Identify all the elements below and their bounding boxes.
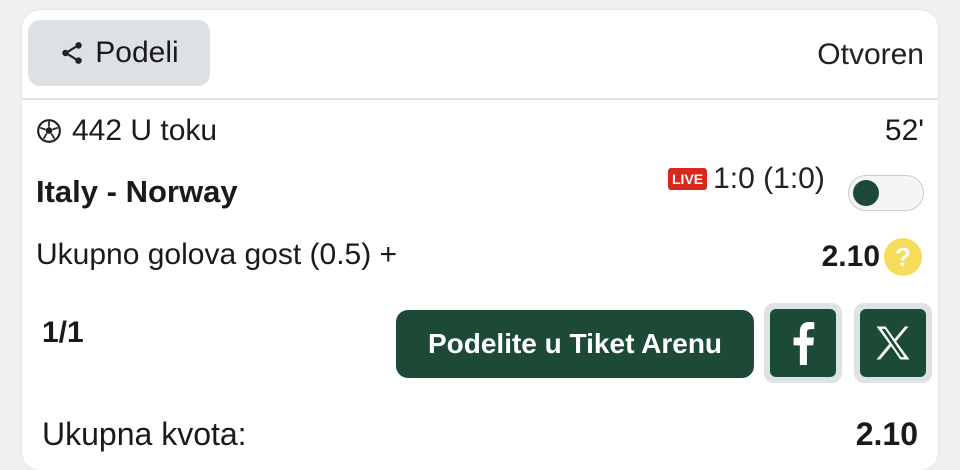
share-label: Podeli [95, 36, 179, 69]
match-teams: Italy - Norway [36, 174, 238, 209]
header-divider [22, 98, 938, 100]
match-score: 1:0 (1:0) [713, 162, 825, 195]
selection-odd: 2.10 [821, 240, 880, 273]
x-share-button[interactable] [854, 303, 932, 383]
share-button[interactable]: Podeli [28, 20, 210, 86]
share-icon [62, 42, 83, 64]
match-minute: 52' [884, 114, 924, 147]
ticket-card: Podeli Otvoren 442 U toku 52' Italy - No… [22, 10, 938, 470]
help-icon[interactable]: ? [884, 238, 922, 276]
total-odds-value: 2.10 [855, 416, 918, 452]
live-score: LIVE 1:0 (1:0) [668, 162, 825, 196]
ticket-count: 1/1 [42, 316, 84, 349]
x-icon [876, 326, 910, 360]
toggle-knob [853, 180, 879, 206]
soccer-ball-icon [37, 119, 61, 143]
facebook-icon [793, 321, 815, 365]
live-badge: LIVE [668, 168, 708, 190]
market-label: Ukupno golova gost (0.5) + [36, 238, 398, 271]
league-row: 442 U toku [36, 114, 217, 148]
league-label: 442 U toku [72, 114, 218, 147]
facebook-share-button[interactable] [764, 303, 842, 383]
live-toggle[interactable] [848, 175, 924, 211]
ticket-status: Otvoren [817, 38, 924, 71]
share-to-arena-button[interactable]: Podelite u Tiket Arenu [396, 310, 754, 378]
odd-row: 2.10 ? [822, 238, 922, 276]
total-odds-label: Ukupna kvota: [42, 416, 247, 452]
